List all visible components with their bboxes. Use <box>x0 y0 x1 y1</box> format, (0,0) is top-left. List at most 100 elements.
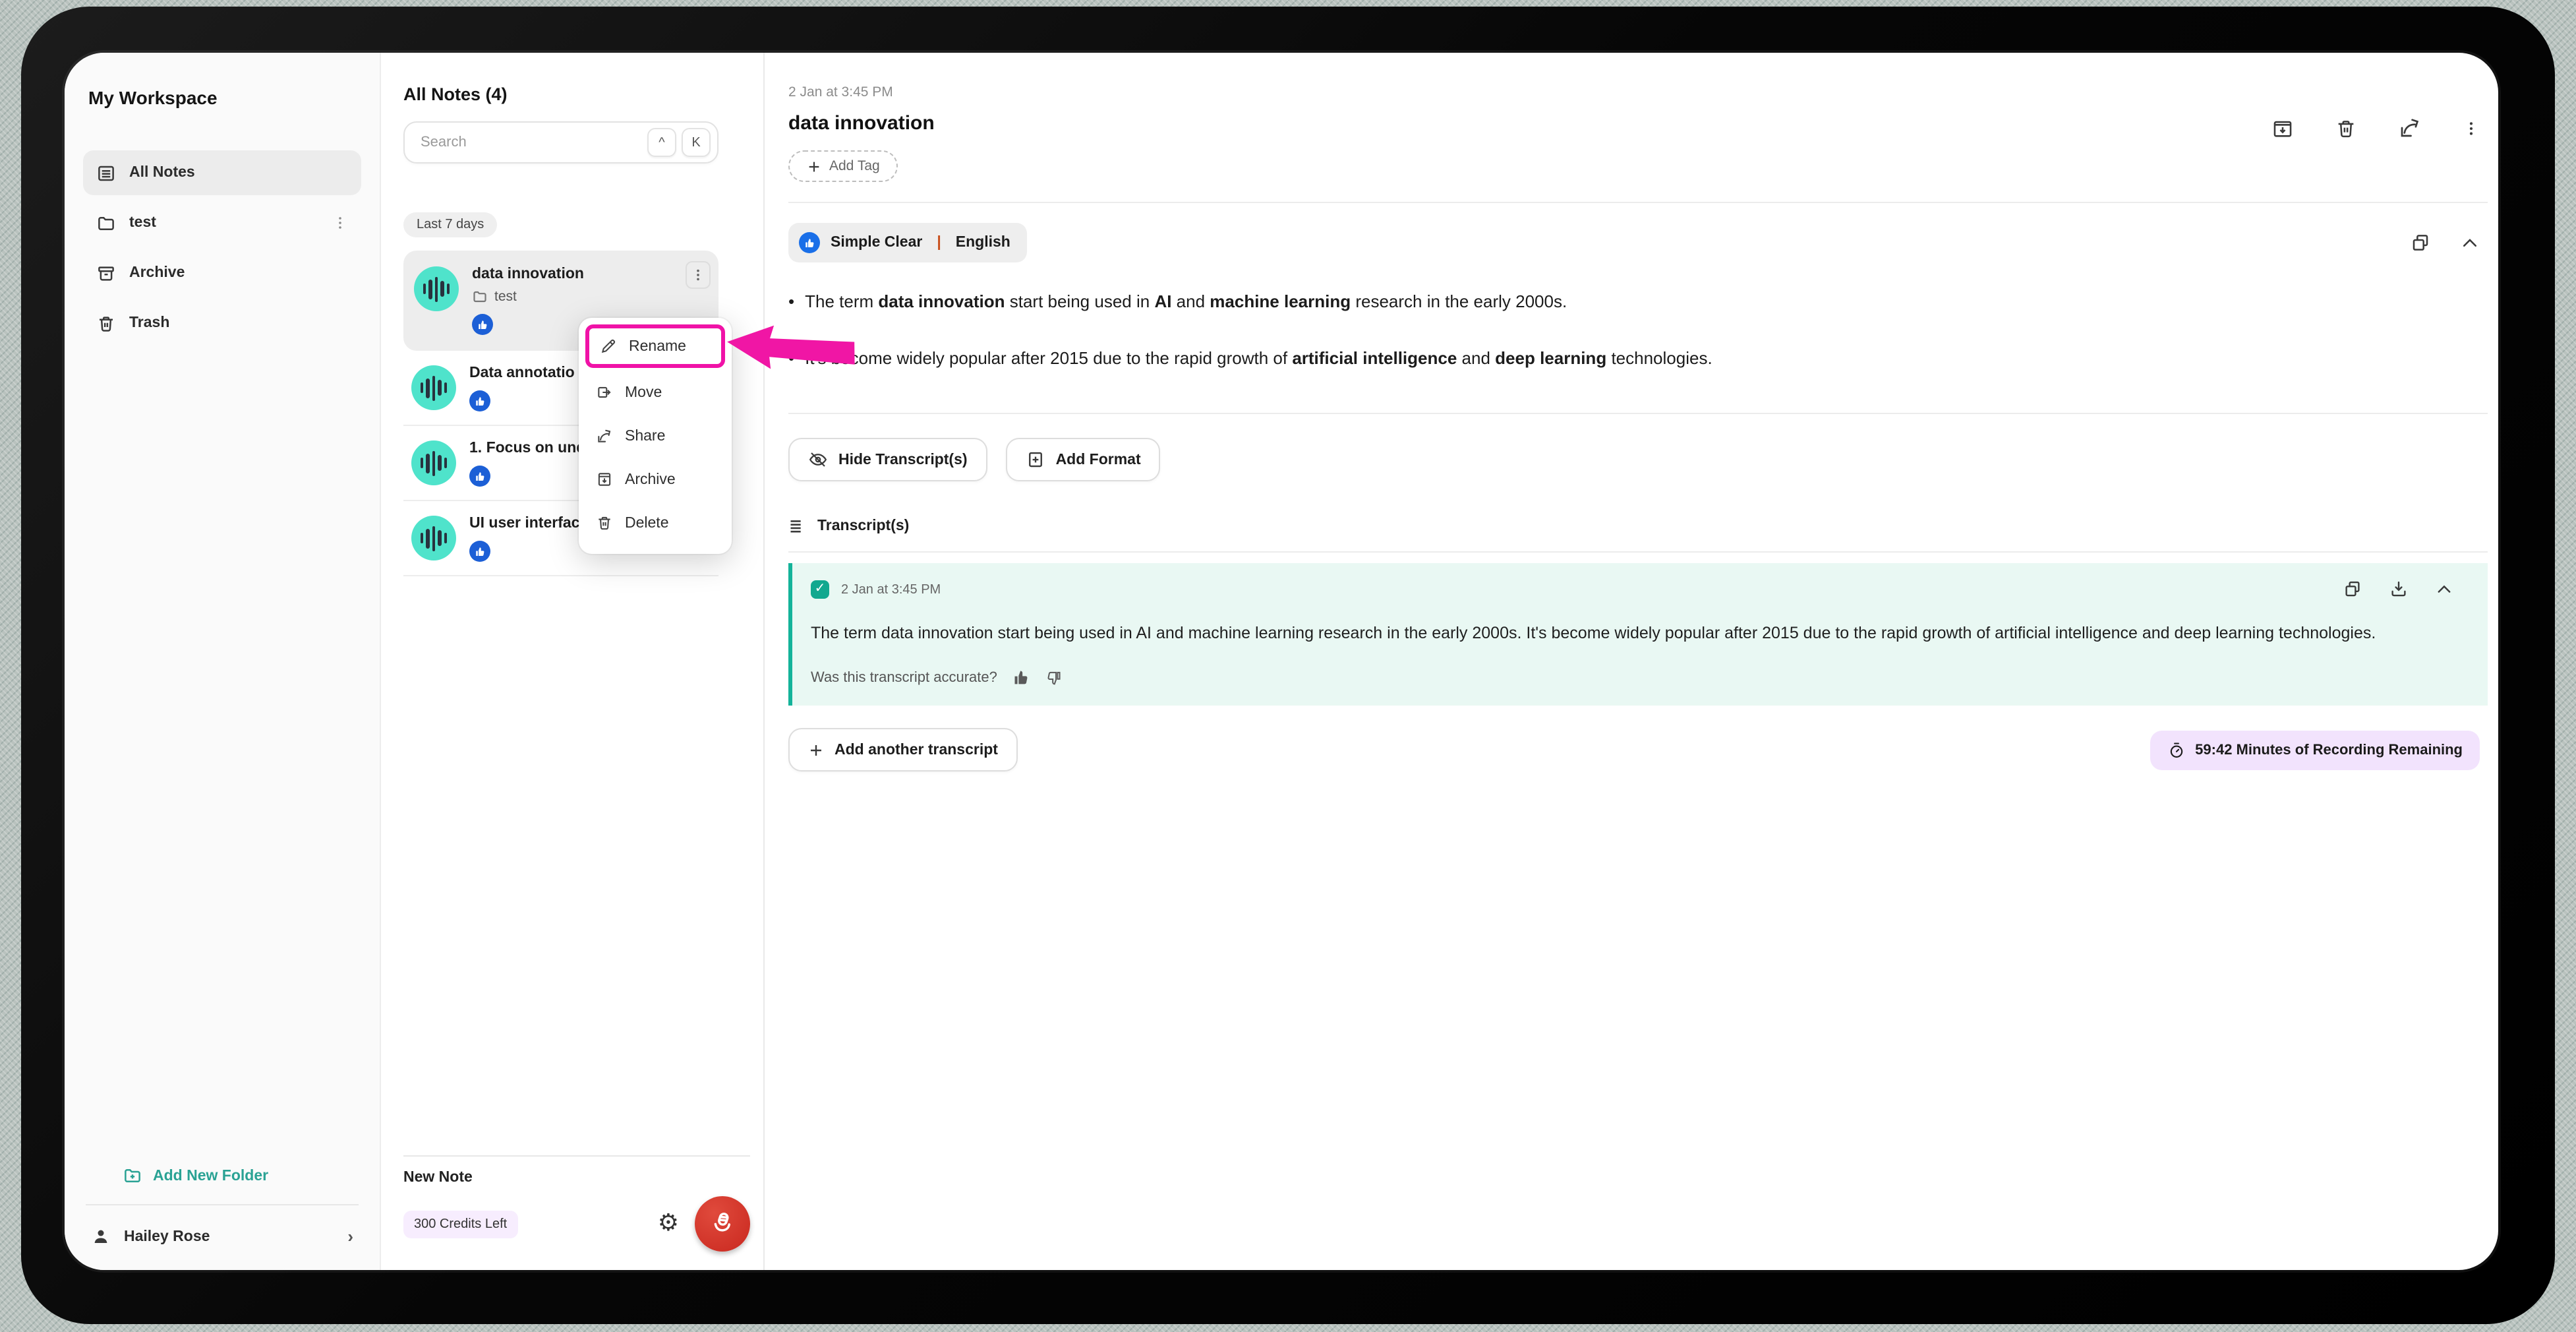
archive-icon <box>96 263 116 283</box>
summary-bullets: • The term data innovation start being u… <box>788 290 2488 402</box>
summary-style-chip[interactable]: Simple Clear | English <box>788 223 1028 262</box>
context-menu-rename[interactable]: Rename <box>585 324 725 368</box>
chevron-right-icon: › <box>347 1226 353 1246</box>
add-format-label: Add Format <box>1056 452 1141 468</box>
plus-square-icon <box>1026 450 1045 469</box>
thumbs-up-icon[interactable] <box>1013 669 1032 688</box>
add-tag-button[interactable]: Add Tag <box>788 150 898 182</box>
app-window: My Workspace All Notes test <box>65 53 2498 1270</box>
note-context-menu: Rename Move Share Archive <box>579 318 732 554</box>
add-another-transcript-button[interactable]: Add another transcript <box>788 729 1018 772</box>
notes-panel-title: All Notes (4) <box>403 84 718 104</box>
note-detail-title: data innovation <box>788 112 2488 135</box>
summary-actions <box>2410 232 2480 253</box>
delete-note-icon[interactable] <box>2335 117 2357 139</box>
thumbs-up-badge-icon <box>799 232 820 253</box>
shortcut-key-k: K <box>682 128 711 157</box>
desktop-background: My Workspace All Notes test <box>0 0 2576 1332</box>
save-download-icon[interactable] <box>2271 117 2294 139</box>
notes-icon <box>96 163 116 183</box>
feedback-question: Was this transcript accurate? <box>811 671 997 686</box>
liked-badge-icon <box>469 466 490 487</box>
sidebar: My Workspace All Notes test <box>65 53 381 1270</box>
context-menu-rename-label: Rename <box>629 338 686 354</box>
transcript-checkbox[interactable]: ✓ <box>811 580 829 599</box>
sidebar-item-trash[interactable]: Trash <box>83 301 361 346</box>
summary-bullet: • The term data innovation start being u… <box>788 290 2488 313</box>
transcript-footer-row: Add another transcript 59:42 Minutes of … <box>788 729 2488 772</box>
transcripts-label: Transcript(s) <box>817 518 909 534</box>
microphone-icon <box>708 1209 737 1238</box>
transcripts-section-header: Transcript(s) <box>788 517 2488 535</box>
thumbs-down-icon[interactable] <box>1045 669 1063 688</box>
context-menu-move[interactable]: Move <box>585 371 725 414</box>
copy-summary-icon[interactable] <box>2410 232 2431 253</box>
transcript-timestamp: 2 Jan at 3:45 PM <box>841 582 941 597</box>
move-icon <box>596 384 613 401</box>
bullet-dot: • <box>788 290 794 313</box>
waveform-icon <box>421 450 448 475</box>
spacer <box>83 346 361 1166</box>
more-options-icon[interactable] <box>2463 118 2480 138</box>
sidebar-item-test[interactable]: test <box>83 200 361 245</box>
collapse-transcript-icon[interactable] <box>2435 580 2453 598</box>
pencil-icon <box>600 338 617 355</box>
stopwatch-icon <box>2167 741 2186 760</box>
note-timestamp: 2 Jan at 3:45 PM <box>788 84 2488 100</box>
settings-gear-icon[interactable]: ⚙ <box>658 1212 679 1236</box>
notes-panel-footer: New Note 300 Credits Left ⚙ <box>403 1155 750 1252</box>
eye-off-icon <box>808 450 828 469</box>
recording-remaining-badge: 59:42 Minutes of Recording Remaining <box>2150 731 2480 770</box>
archive-down-icon <box>596 471 613 488</box>
note-menu-button[interactable] <box>686 261 711 289</box>
transcript-text: The term data innovation start being use… <box>811 617 2469 650</box>
waveform-icon <box>421 526 448 551</box>
sidebar-nav: All Notes test Archive <box>83 150 361 346</box>
divider <box>403 1155 750 1157</box>
download-transcript-icon[interactable] <box>2389 579 2409 599</box>
note-title: data innovation <box>472 266 708 282</box>
recording-remaining-label: 59:42 Minutes of Recording Remaining <box>2195 742 2463 758</box>
note-folder-name: test <box>494 289 517 305</box>
sidebar-item-label: Archive <box>129 265 185 281</box>
credits-left-badge: 300 Credits Left <box>403 1210 517 1238</box>
context-menu-delete[interactable]: Delete <box>585 501 725 545</box>
search-input[interactable] <box>418 133 642 152</box>
context-menu-share[interactable]: Share <box>585 414 725 458</box>
chip-separator: | <box>937 235 941 251</box>
sidebar-item-all-notes[interactable]: All Notes <box>83 150 361 195</box>
context-menu-archive[interactable]: Archive <box>585 458 725 501</box>
user-name: Hailey Rose <box>124 1228 210 1244</box>
user-account-row[interactable]: Hailey Rose › <box>83 1219 361 1249</box>
folder-menu-icon[interactable] <box>332 215 348 231</box>
user-icon <box>91 1226 111 1246</box>
add-tag-label: Add Tag <box>829 158 880 174</box>
record-button[interactable] <box>695 1196 750 1252</box>
note-avatar <box>414 266 459 311</box>
divider <box>788 202 2488 203</box>
add-format-button[interactable]: Add Format <box>1006 438 1161 481</box>
date-section-label: Last 7 days <box>403 212 497 237</box>
transcript-card-header: ✓ 2 Jan at 3:45 PM <box>811 580 2469 599</box>
add-another-transcript-label: Add another transcript <box>834 742 998 758</box>
note-folder-tag: test <box>472 289 708 305</box>
collapse-summary-icon[interactable] <box>2460 233 2480 253</box>
note-actions <box>2271 116 2480 140</box>
waveform-icon <box>421 375 448 400</box>
share-note-icon[interactable] <box>2398 116 2422 140</box>
sidebar-item-label: Trash <box>129 315 169 331</box>
sidebar-item-archive[interactable]: Archive <box>83 251 361 295</box>
copy-transcript-icon[interactable] <box>2343 579 2362 599</box>
hide-transcripts-label: Hide Transcript(s) <box>838 452 968 468</box>
note-avatar <box>411 365 456 410</box>
add-new-folder-button[interactable]: Add New Folder <box>123 1166 361 1186</box>
new-note-label: New Note <box>403 1170 750 1186</box>
annotation-arrow <box>724 320 862 378</box>
sidebar-item-label: All Notes <box>129 165 195 181</box>
trash-icon <box>596 514 613 531</box>
liked-badge-icon <box>469 390 490 411</box>
folder-icon <box>472 289 488 305</box>
add-new-folder-label: Add New Folder <box>153 1168 268 1184</box>
note-avatar <box>411 440 456 485</box>
hide-transcripts-button[interactable]: Hide Transcript(s) <box>788 438 987 481</box>
